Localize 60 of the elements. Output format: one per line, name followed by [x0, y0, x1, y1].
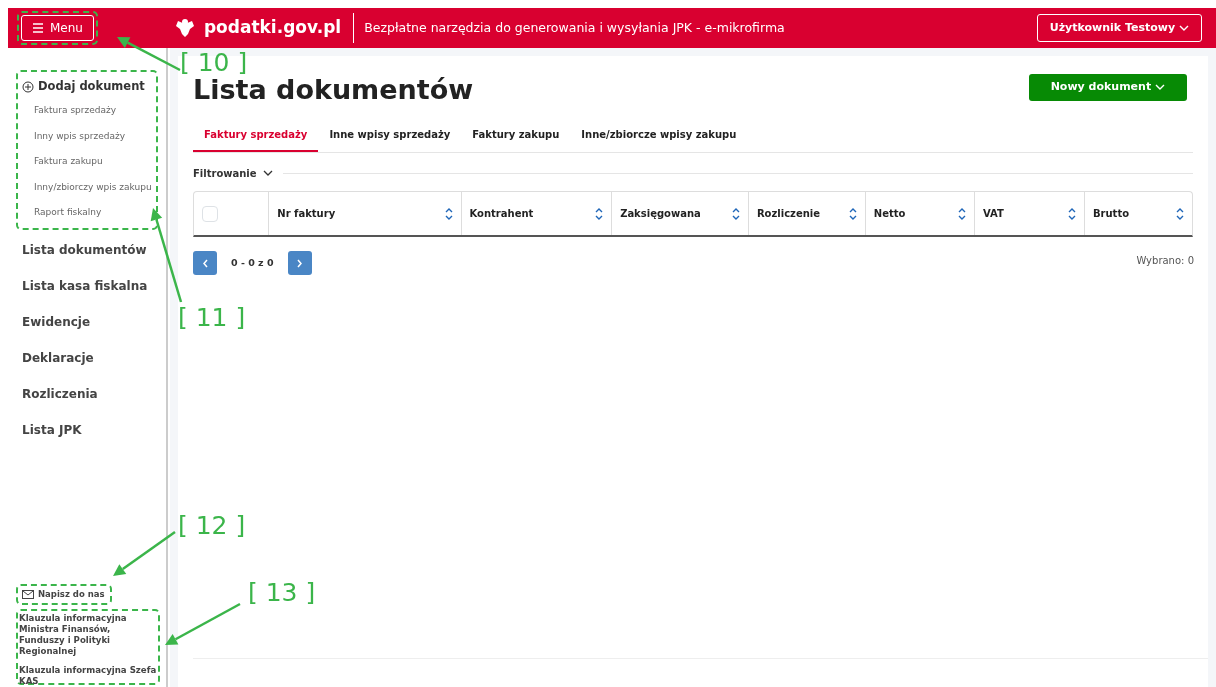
tab[interactable]: Inne wpisy sprzedaży: [318, 120, 462, 153]
annotation-label: [ 11 ]: [178, 305, 246, 330]
chevron-down-icon: [262, 170, 273, 177]
menu-icon: [32, 22, 44, 34]
chevron-left-icon: [201, 258, 209, 268]
chevron-down-icon: [1179, 24, 1189, 31]
annotation-arrow: [113, 531, 176, 576]
clause-link[interactable]: Klauzula informacyjna Szefa KAS: [19, 665, 157, 687]
sidebar-nav-item[interactable]: Rozliczenia: [8, 375, 166, 412]
sort-icon[interactable]: [1176, 207, 1184, 220]
sidebar-nav-item[interactable]: Lista dokumentów: [8, 231, 166, 268]
menu-button[interactable]: Menu: [21, 15, 94, 41]
column-header[interactable]: Nr faktury: [277, 206, 336, 222]
column-header[interactable]: Zaksięgowana: [620, 206, 701, 222]
sidebar-nav-item[interactable]: Lista JPK: [8, 411, 166, 448]
sidebar-link[interactable]: Faktura sprzedaży: [18, 98, 156, 124]
tab[interactable]: Faktury sprzedaży: [193, 120, 319, 153]
sidebar-nav-item[interactable]: Ewidencje: [8, 303, 166, 340]
user-menu-button[interactable]: Użytkownik Testowy: [1036, 13, 1202, 43]
sort-icon[interactable]: [731, 207, 740, 220]
sidebar-link[interactable]: Inny wpis sprzedaży: [18, 123, 156, 149]
filter-toggle[interactable]: Filtrowanie: [193, 165, 273, 181]
previous-page-button[interactable]: [193, 251, 217, 276]
tab[interactable]: Inne/zbiorcze wpisy zakupu: [570, 120, 748, 153]
sidebar-link[interactable]: Raport fiskalny: [18, 200, 156, 226]
annotation-arrow: [117, 37, 181, 72]
sidebar-nav-item[interactable]: Lista kasa fiskalna: [8, 267, 166, 304]
envelope-icon: [22, 590, 34, 599]
selected-count: Wybrano: 0: [1136, 254, 1194, 269]
next-page-button[interactable]: [287, 251, 312, 276]
pagination-range: 0 - 0 z 0: [231, 256, 274, 271]
column-header[interactable]: Rozliczenie: [756, 206, 820, 222]
chevron-right-icon: [296, 258, 304, 268]
contact-link[interactable]: Napisz do nas: [38, 588, 105, 601]
sort-icon[interactable]: [444, 207, 453, 220]
app-tagline: Bezpłatne narzędzia do generowania i wysyłania JPK - e-mikrofirma: [353, 13, 785, 43]
column-header[interactable]: Netto: [873, 206, 906, 222]
sidebar-nav-item[interactable]: Deklaracje: [8, 339, 166, 376]
new-document-button[interactable]: Nowy dokument: [1028, 74, 1187, 101]
sidebar-link[interactable]: Faktura zakupu: [18, 149, 156, 175]
sidebar-link[interactable]: Inny/zbiorczy wpis zakupu: [18, 174, 156, 200]
add-document-heading: Dodaj dokument: [38, 78, 145, 96]
logo-text: podatki.gov.pl: [203, 16, 342, 40]
sort-icon[interactable]: [1067, 207, 1076, 220]
page-title: Lista dokumentów: [193, 74, 474, 107]
chevron-down-icon: [1155, 84, 1165, 90]
sort-icon[interactable]: [957, 207, 966, 220]
column-header[interactable]: VAT: [982, 206, 1004, 222]
plus-circle-icon: [22, 81, 34, 93]
sort-icon[interactable]: [848, 207, 857, 220]
sort-icon[interactable]: [595, 207, 604, 220]
tab[interactable]: Faktury zakupu: [461, 120, 571, 153]
select-all-checkbox[interactable]: [202, 205, 218, 222]
clause-link[interactable]: Klauzula informacyjna Ministra Finansów, Funduszy i Polityki Regionalnej: [19, 613, 157, 657]
column-header[interactable]: Brutto: [1092, 206, 1130, 222]
eagle-emblem-icon: [173, 17, 196, 39]
annotation-label: [ 10 ]: [180, 50, 248, 75]
column-header[interactable]: Kontrahent: [469, 206, 534, 222]
annotation-label: [ 12 ]: [178, 513, 246, 538]
annotation-label: [ 13 ]: [248, 580, 316, 605]
